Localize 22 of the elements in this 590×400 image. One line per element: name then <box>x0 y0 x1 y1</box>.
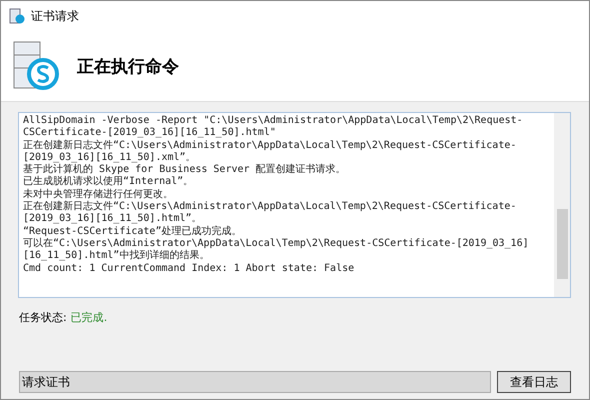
window-title: 证书请求 <box>31 8 79 24</box>
progress-label: 请求证书 <box>21 374 71 391</box>
log-line: 正在创建新日志文件“C:\Users\Administrator\AppData\Local\Temp\2\Request-CSCertificate- <box>23 140 518 152</box>
status-label: 任务状态: <box>19 310 67 325</box>
scrollbar[interactable] <box>554 113 570 297</box>
certificate-app-icon <box>9 8 25 24</box>
log-line: 正在创建新日志文件“C:\Users\Administrator\AppData\Local\Temp\2\Request-CSCertificate- <box>23 201 518 213</box>
log-line: CSCertificate-[2019_03_16][16_11_50].html" <box>23 127 277 140</box>
log-line: [2019_03_16][16_11_50].html”。 <box>23 213 203 226</box>
log-line: AllSipDomain -Verbose -Report "C:\Users\Administrator\AppData\Local\Temp\2\Request- <box>23 115 524 127</box>
server-skype-icon <box>13 41 59 91</box>
view-log-button[interactable]: 查看日志 <box>497 371 571 393</box>
log-line: Cmd count: 1 CurrentCommand Index: 1 Abort state: False <box>23 262 356 275</box>
log-line: [16_11_50].html”中找到详细的结果。 <box>23 250 210 263</box>
log-line: “Request-CSCertificate”处理已成功完成。 <box>23 226 242 238</box>
log-line: 基于此计算机的 Skype for Business Server 配置创建证书请求。 <box>23 164 347 176</box>
log-line: 未对中央管理存储进行任何更改。 <box>23 188 174 200</box>
log-line: [2019_03_16][16_11_50].xml”。 <box>23 152 197 164</box>
header-title: 正在执行命令 <box>77 56 179 78</box>
log-line: 可以在“C:\Users\Administrator\AppData\Local\Temp\2\Request-CSCertificate-[2019_03_16] <box>23 238 530 250</box>
log-line: 已生成脱机请求以使用“Internal”。 <box>23 176 194 188</box>
status-value: 已完成. <box>70 310 108 325</box>
